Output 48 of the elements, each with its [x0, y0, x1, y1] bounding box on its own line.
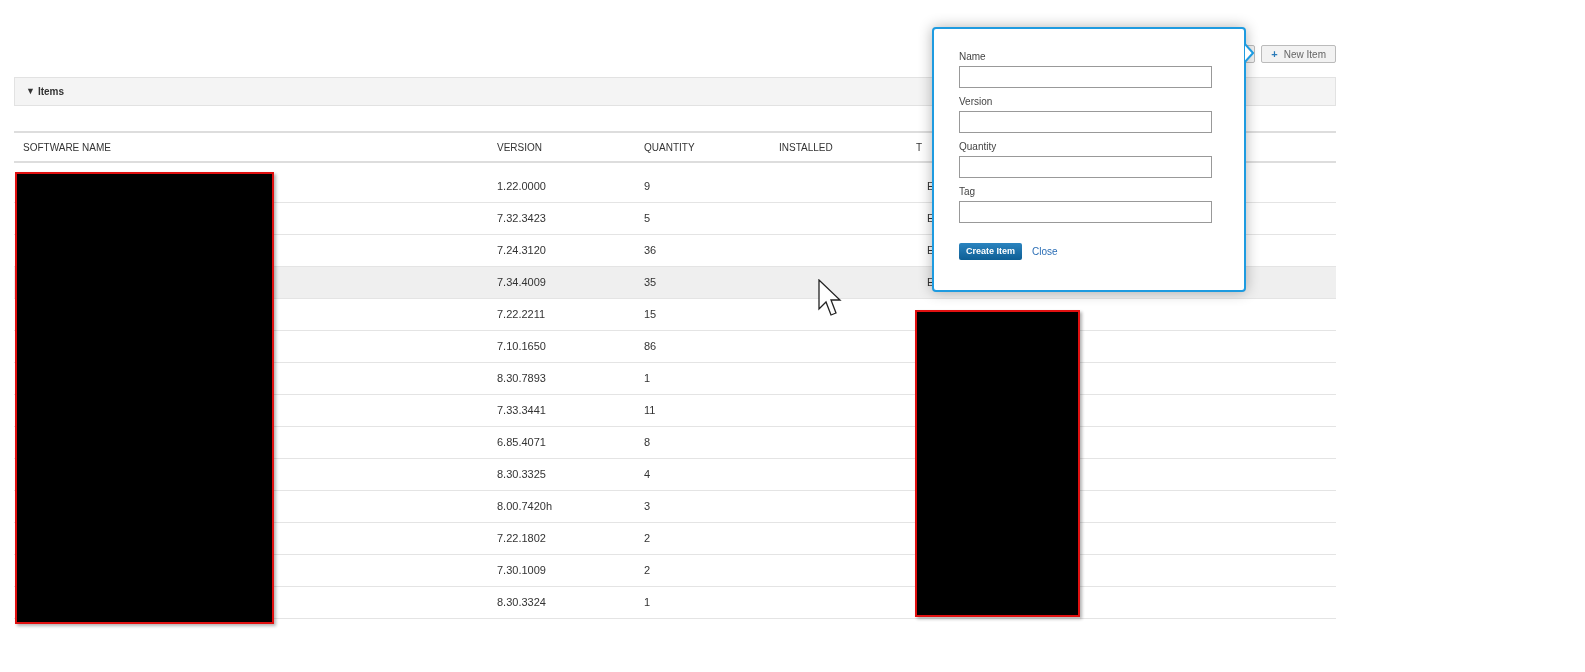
- table-cell-text: 7.34.4009: [497, 275, 547, 291]
- input-field[interactable]: [959, 111, 1212, 133]
- table-cell-text: 3: [644, 499, 652, 515]
- new-item-button[interactable]: + New Item: [1261, 45, 1336, 63]
- input-field[interactable]: [959, 66, 1212, 88]
- input-field[interactable]: [959, 156, 1212, 178]
- table-cell-text: 2: [644, 531, 652, 547]
- table-cell-text: 11: [644, 403, 657, 419]
- table-cell-text: 5: [644, 211, 652, 227]
- table-cell-text: 1: [644, 371, 652, 387]
- table-cell-text: 8: [644, 435, 652, 451]
- close-link[interactable]: Close: [1032, 244, 1058, 259]
- table-cell-text: 7.24.3120: [497, 243, 547, 259]
- field-label: Tag: [959, 186, 977, 198]
- table-cell-text: 7.22.2211: [497, 307, 547, 323]
- collapse-toggle[interactable]: ▼: [26, 84, 35, 99]
- column-header: INSTALLED: [779, 141, 833, 153]
- column-header: QUANTITY: [644, 141, 695, 153]
- column-header: VERSION: [497, 141, 542, 153]
- plus-icon: +: [1271, 48, 1278, 60]
- column-header: T: [916, 141, 923, 153]
- table-cell-text: 7.22.1802: [497, 531, 547, 547]
- table-cell-text: 7.32.3423: [497, 211, 547, 227]
- input-field[interactable]: [959, 201, 1212, 223]
- table-cell-text: 8.30.3325: [497, 467, 547, 483]
- table-cell-text: 4: [644, 467, 652, 483]
- table-cell-text: 9: [644, 178, 652, 194]
- table-cell-text: 2: [644, 563, 652, 579]
- table-cell-text: 86: [644, 339, 658, 355]
- mouse-pointer-icon: [818, 279, 842, 317]
- table-cell-text: 8.30.7893: [497, 371, 547, 387]
- table-cell-text: 35: [644, 275, 658, 291]
- table-cell-text: 7.30.1009: [497, 563, 547, 579]
- field-label: Name: [959, 51, 987, 63]
- field-label: Quantity: [959, 141, 998, 153]
- table-cell-text: 36: [644, 243, 658, 259]
- table-cell-text: 1.22.0000: [497, 178, 547, 194]
- section-title: Items: [37, 85, 65, 99]
- table-cell-text: 6.85.4071: [497, 435, 547, 451]
- table-cell-text: 7.10.1650: [497, 339, 547, 355]
- table-cell-text: 1: [644, 595, 652, 611]
- table-cell-text: 15: [644, 307, 658, 323]
- create-item-button[interactable]: Create Item: [959, 243, 1023, 260]
- table-cell-text: 8.30.3324: [497, 595, 547, 611]
- field-label: Version: [959, 96, 994, 108]
- column-header: SOFTWARE NAME: [23, 141, 111, 153]
- table-cell-text: 8.00.7420h: [497, 499, 554, 515]
- table-cell-text: 7.33.3441: [497, 403, 547, 419]
